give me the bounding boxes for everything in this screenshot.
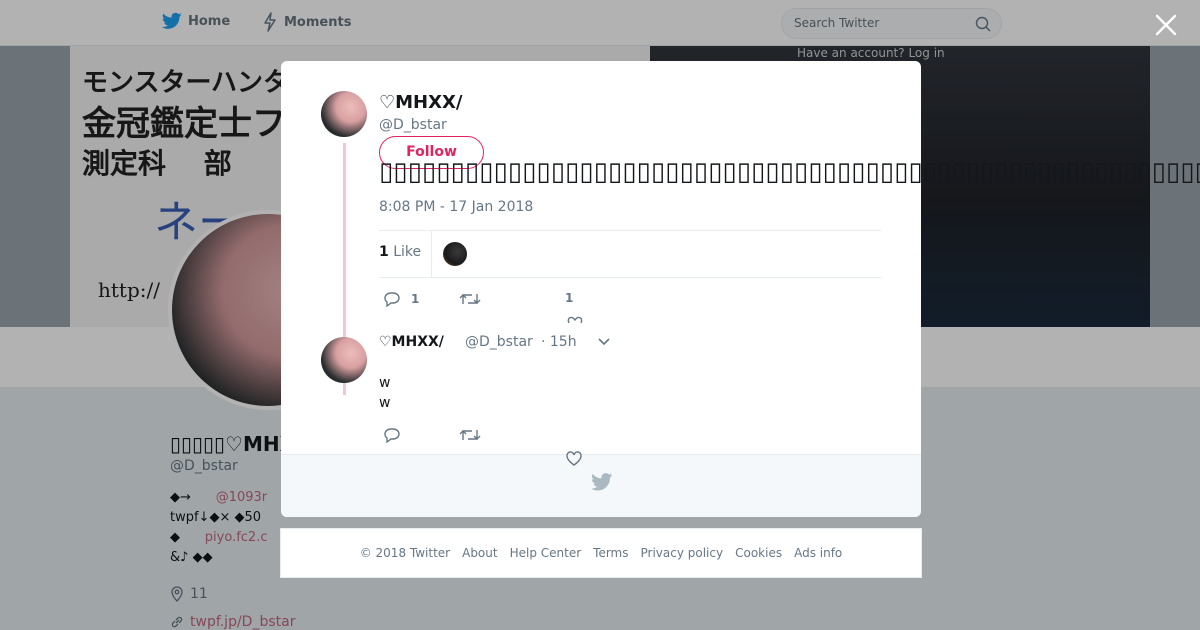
reply-author-handle[interactable]: @D_bstar bbox=[465, 334, 533, 350]
footer-link-ads[interactable]: Ads info bbox=[794, 546, 842, 560]
like-action[interactable]: 1 bbox=[565, 291, 573, 305]
reply-author-avatar[interactable] bbox=[321, 337, 367, 383]
liker-avatar[interactable] bbox=[443, 242, 467, 266]
modal-footer bbox=[281, 454, 921, 517]
reply-action[interactable]: 1 bbox=[383, 291, 419, 307]
like-label: Like bbox=[393, 244, 422, 260]
retweet-action[interactable] bbox=[459, 291, 491, 307]
tweet-author-name[interactable]: ♡MHXX/ bbox=[379, 92, 462, 113]
reply-author-name[interactable]: ♡MHXX/ bbox=[379, 334, 444, 350]
tweet-author-avatar[interactable] bbox=[321, 91, 367, 137]
tweet-author-handle[interactable]: @D_bstar bbox=[379, 117, 447, 133]
retweet-icon[interactable] bbox=[459, 427, 481, 443]
footer-link-help[interactable]: Help Center bbox=[510, 546, 582, 560]
chevron-down-icon[interactable] bbox=[597, 337, 611, 347]
footer-copyright: © 2018 Twitter bbox=[359, 546, 451, 560]
favorite-count: 1 bbox=[565, 291, 574, 305]
reply-icon bbox=[384, 292, 400, 307]
close-icon[interactable] bbox=[1155, 14, 1177, 36]
like-stat[interactable]: 1 Like bbox=[379, 244, 421, 260]
heart-icon[interactable] bbox=[567, 315, 583, 323]
reply-text: w w bbox=[379, 373, 390, 413]
retweet-icon bbox=[459, 294, 481, 304]
footer-link-privacy[interactable]: Privacy policy bbox=[641, 546, 724, 560]
footer-link-cookies[interactable]: Cookies bbox=[735, 546, 782, 560]
footer-link-about[interactable]: About bbox=[462, 546, 497, 560]
footer-link-terms[interactable]: Terms bbox=[593, 546, 628, 560]
tweet-text: ▯▯▯▯▯▯▯▯▯▯▯▯▯▯▯▯▯▯▯▯▯▯▯▯▯▯▯▯▯▯▯▯▯▯▯▯▯▯▯▯… bbox=[379, 157, 1200, 187]
twitter-bird-icon bbox=[591, 473, 613, 491]
reply-count: 1 bbox=[411, 292, 420, 306]
site-footer: © 2018 Twitter About Help Center Terms P… bbox=[280, 528, 922, 578]
stats-divider bbox=[431, 231, 432, 277]
reply-text-line: w bbox=[379, 395, 391, 411]
tweet-timestamp[interactable]: 8:08 PM - 17 Jan 2018 bbox=[379, 199, 533, 215]
reply-time[interactable]: · 15h bbox=[541, 334, 577, 350]
tweet-permalink-modal: ♡MHXX/ @D_bstar Follow ▯▯▯▯▯▯▯▯▯▯▯▯▯▯▯▯▯… bbox=[281, 61, 1200, 517]
reply-icon[interactable] bbox=[383, 427, 401, 443]
heart-icon[interactable] bbox=[566, 451, 582, 466]
tweet-stats: 1 Like bbox=[379, 230, 881, 278]
like-count: 1 bbox=[379, 244, 389, 260]
reply-text-line: w bbox=[379, 375, 391, 391]
